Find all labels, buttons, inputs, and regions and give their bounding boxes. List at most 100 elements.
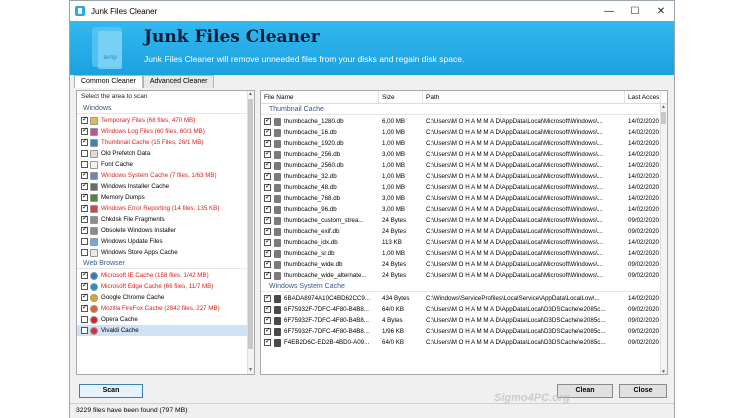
scan-area-checkbox[interactable] bbox=[81, 281, 88, 290]
scan-area-item[interactable]: Font Cache bbox=[77, 159, 254, 170]
file-checkbox[interactable] bbox=[264, 239, 271, 246]
left-scrollbar[interactable]: ▲ ▼ bbox=[247, 91, 254, 374]
column-last-access[interactable]: Last Acces bbox=[625, 91, 661, 103]
scan-area-item[interactable]: Vivaldi Cache bbox=[77, 325, 254, 336]
scan-area-checkbox[interactable] bbox=[81, 214, 88, 223]
scan-area-item[interactable]: Thumbnail Cache (15 Files, 26/1 MB) bbox=[77, 137, 254, 148]
column-path[interactable]: Path bbox=[423, 91, 625, 103]
scan-area-checkbox[interactable] bbox=[81, 161, 88, 168]
file-checkbox[interactable] bbox=[264, 339, 271, 346]
scan-area-checkbox[interactable] bbox=[81, 126, 88, 135]
table-row[interactable]: thumbcache_exif.db 24 Bytes C:\Users\M O H… bbox=[261, 226, 667, 237]
table-row[interactable]: thumbcache_48.db 1,00 MB C:\Users\M O H A … bbox=[261, 182, 667, 193]
table-row[interactable]: thumbcache_idx.db 113 KB C:\Users\M O H A … bbox=[261, 237, 667, 248]
table-row[interactable]: thumbcache_96.db 3,00 MB C:\Users\M O H A … bbox=[261, 204, 667, 215]
scan-area-checkbox[interactable] bbox=[81, 327, 88, 334]
file-checkbox[interactable] bbox=[264, 206, 271, 213]
table-row[interactable]: thumbcache_768.db 3,00 MB C:\Users\M O H A… bbox=[261, 193, 667, 204]
column-file-name[interactable]: File Name bbox=[261, 91, 379, 103]
file-checkbox[interactable] bbox=[264, 195, 271, 202]
file-checkbox[interactable] bbox=[264, 261, 271, 268]
file-size-cell: 3,00 MB bbox=[382, 151, 406, 158]
column-size[interactable]: Size bbox=[379, 91, 423, 103]
scan-area-item[interactable]: Windows System Cache (7 files, 1/63 MB) bbox=[77, 170, 254, 181]
table-row[interactable]: thumbcache_wide_alternate... 24 Bytes C:\U… bbox=[261, 270, 667, 281]
results-scroll-down-icon[interactable]: ▼ bbox=[660, 369, 667, 374]
scan-area-item[interactable]: Temporary Files (68 files, 470 MB) bbox=[77, 115, 254, 126]
scan-area-checkbox[interactable] bbox=[81, 238, 88, 245]
last-access-cell: 09/02/2020 bbox=[628, 217, 659, 224]
close-button[interactable]: Close bbox=[619, 384, 667, 398]
minimize-button[interactable]: — bbox=[596, 1, 622, 21]
table-row[interactable]: thumbcache_wide.db 24 Bytes C:\Users\M O H… bbox=[261, 259, 667, 270]
file-checkbox[interactable] bbox=[264, 217, 271, 224]
table-row[interactable]: thumbcache_1280.db 6,00 MB C:\Users\M O H … bbox=[261, 116, 667, 127]
file-checkbox[interactable] bbox=[264, 228, 271, 235]
scan-area-item[interactable]: Old Prefetch Data bbox=[77, 148, 254, 159]
scan-area-checkbox[interactable] bbox=[81, 150, 88, 157]
scroll-down-icon[interactable]: ▼ bbox=[247, 367, 254, 374]
scan-area-checkbox[interactable] bbox=[81, 303, 88, 312]
scan-area-item[interactable]: Windows Log Files (60 files, 60/1 MB) bbox=[77, 126, 254, 137]
file-checkbox[interactable] bbox=[264, 317, 271, 324]
table-row[interactable]: 6BADA8974A10C4BD62CC9... 434 Bytes C:\Wind… bbox=[261, 293, 667, 304]
scan-area-item[interactable]: Windows Error Reporting (14 files, 135 K… bbox=[77, 203, 254, 214]
file-checkbox[interactable] bbox=[264, 184, 271, 191]
scan-area-checkbox[interactable] bbox=[81, 115, 88, 124]
results-scrollbar[interactable]: ▲ ▼ bbox=[660, 104, 667, 374]
file-checkbox[interactable] bbox=[264, 162, 271, 169]
scan-area-checkbox[interactable] bbox=[81, 137, 88, 146]
left-scroll-thumb[interactable] bbox=[248, 99, 253, 349]
scan-area-item[interactable]: Opera Cache bbox=[77, 314, 254, 325]
scan-area-checkbox[interactable] bbox=[81, 203, 88, 212]
scan-area-item[interactable]: Windows Update Files bbox=[77, 236, 254, 247]
scan-area-item[interactable]: Microsoft Edge Cache (66 files, 11/7 MB) bbox=[77, 281, 254, 292]
table-row[interactable]: thumbcache_1920.db 1,00 MB C:\Users\M O H … bbox=[261, 138, 667, 149]
table-row[interactable]: 6F75932F-7DFC-4F80-B4B8... 4 Bytes C:\User… bbox=[261, 315, 667, 326]
table-row[interactable]: thumbcache_256.db 3,00 MB C:\Users\M O H A… bbox=[261, 149, 667, 160]
table-row[interactable]: thumbcache_32.db 1,00 MB C:\Users\M O H A … bbox=[261, 171, 667, 182]
tab-advanced-cleaner[interactable]: Advanced Cleaner bbox=[142, 75, 215, 88]
maximize-button[interactable]: ☐ bbox=[622, 1, 648, 21]
scroll-up-icon[interactable]: ▲ bbox=[247, 91, 254, 98]
file-checkbox[interactable] bbox=[264, 328, 271, 335]
file-icon bbox=[274, 150, 281, 159]
scan-area-item[interactable]: Mozilla FireFox Cache (2842 files, 227 M… bbox=[77, 303, 254, 314]
results-scroll-up-icon[interactable]: ▲ bbox=[660, 104, 667, 111]
scan-area-item[interactable]: Chkdsk File Fragments bbox=[77, 214, 254, 225]
scan-area-checkbox[interactable] bbox=[81, 270, 88, 279]
scan-area-item[interactable]: Memory Dumps bbox=[77, 192, 254, 203]
scan-area-checkbox[interactable] bbox=[81, 181, 88, 190]
scan-area-checkbox[interactable] bbox=[81, 292, 88, 301]
scan-button[interactable]: Scan bbox=[79, 384, 143, 398]
scan-area-checkbox[interactable] bbox=[81, 192, 88, 201]
file-checkbox[interactable] bbox=[264, 140, 271, 147]
file-checkbox[interactable] bbox=[264, 295, 271, 302]
scan-area-checkbox[interactable] bbox=[81, 225, 88, 234]
scan-area-checkbox[interactable] bbox=[81, 316, 88, 323]
scan-area-checkbox[interactable] bbox=[81, 170, 88, 179]
scan-area-item[interactable]: Windows Store Apps Cache bbox=[77, 247, 254, 258]
scan-area-item[interactable]: Google Chrome Cache bbox=[77, 292, 254, 303]
scan-area-item[interactable]: Windows Installer Cache bbox=[77, 181, 254, 192]
table-row[interactable]: thumbcache_16.db 1,00 MB C:\Users\M O H A … bbox=[261, 127, 667, 138]
scan-area-item[interactable]: Obsolete Windows Installer bbox=[77, 225, 254, 236]
table-row[interactable]: 6F75932F-7DFC-4F80-B4B8... 1/96 KB C:\User… bbox=[261, 326, 667, 337]
table-row[interactable]: thumbcache_sr.db 1,00 MB C:\Users\M O H A … bbox=[261, 248, 667, 259]
file-checkbox[interactable] bbox=[264, 129, 271, 136]
table-row[interactable]: 6F75932F-7DFC-4F80-B4B8... 64/0 KB C:\User… bbox=[261, 304, 667, 315]
file-checkbox[interactable] bbox=[264, 151, 271, 158]
file-checkbox[interactable] bbox=[264, 272, 271, 279]
results-scroll-thumb[interactable] bbox=[661, 112, 666, 124]
table-row[interactable]: F4EB2D6C-ED2B-4BD0-A09... 64/0 KB C:\Users… bbox=[261, 337, 667, 348]
tab-common-cleaner[interactable]: Common Cleaner bbox=[74, 75, 143, 88]
table-row[interactable]: thumbcache_custom_strea... 24 Bytes C:\Use… bbox=[261, 215, 667, 226]
table-row[interactable]: thumbcache_2560.db 1,00 MB C:\Users\M O H … bbox=[261, 160, 667, 171]
file-checkbox[interactable] bbox=[264, 173, 271, 180]
file-checkbox[interactable] bbox=[264, 118, 271, 125]
scan-area-checkbox[interactable] bbox=[81, 249, 88, 256]
file-checkbox[interactable] bbox=[264, 306, 271, 313]
close-window-button[interactable]: ✕ bbox=[648, 1, 674, 21]
scan-area-item[interactable]: Microsoft IE Cache (158 files, 1/42 MB) bbox=[77, 270, 254, 281]
file-checkbox[interactable] bbox=[264, 250, 271, 257]
